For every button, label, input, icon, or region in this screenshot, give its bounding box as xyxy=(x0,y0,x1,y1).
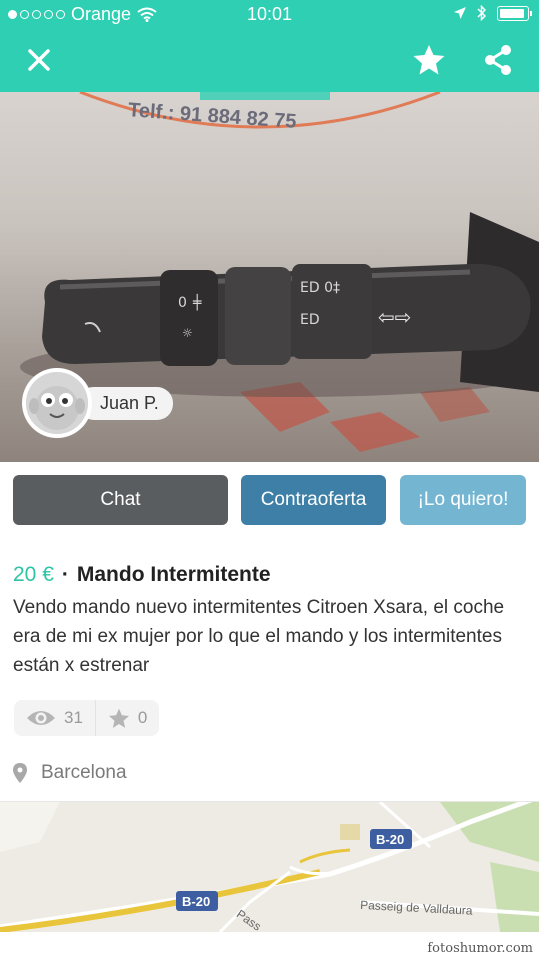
close-button[interactable] xyxy=(17,38,61,82)
location-pin-icon xyxy=(13,763,27,783)
svg-text:☼: ☼ xyxy=(182,326,193,340)
share-icon xyxy=(485,45,511,75)
avatar-face-icon xyxy=(26,372,88,434)
share-button[interactable] xyxy=(476,38,520,82)
location-row[interactable]: Barcelona xyxy=(13,762,127,784)
watermark: fotoshumor.com xyxy=(427,941,533,956)
counteroffer-button[interactable]: Contraoferta xyxy=(241,475,386,525)
seller-name: Juan P. xyxy=(78,386,173,420)
status-bar: Orange 10:01 xyxy=(0,0,539,30)
views-stat: 31 xyxy=(14,700,95,736)
map-road-label-2: B-20 xyxy=(182,894,210,909)
product-photo[interactable]: Telf.: 91 884 82 75 0 ╪ ☼ ED 0‡ ED ⇦⇨ Ju… xyxy=(0,92,539,462)
action-bar: Chat Contraoferta ¡Lo quiero! xyxy=(0,462,539,544)
star-icon xyxy=(108,708,129,728)
favorites-count: 0 xyxy=(137,708,148,727)
location-city: Barcelona xyxy=(41,762,127,783)
seller-chip[interactable]: Juan P. xyxy=(22,368,173,438)
star-icon xyxy=(413,45,445,75)
listing-separator: · xyxy=(61,563,69,586)
svg-text:ED 0‡: ED 0‡ xyxy=(300,280,340,296)
battery-icon xyxy=(497,5,532,21)
map-road-label-1: B-20 xyxy=(376,832,404,847)
close-icon xyxy=(28,49,50,71)
views-count: 31 xyxy=(64,708,83,727)
nav-bar xyxy=(0,30,539,92)
favorites-stat: 0 xyxy=(94,700,159,736)
svg-text:╪: ╪ xyxy=(192,293,202,311)
bluetooth-icon xyxy=(477,5,487,21)
listing-price: 20 € xyxy=(13,563,54,586)
location-arrow-icon xyxy=(454,7,466,19)
svg-text:⇦⇨: ⇦⇨ xyxy=(378,305,412,329)
want-it-button[interactable]: ¡Lo quiero! xyxy=(400,475,526,525)
listing-description: Vendo mando nuevo intermitentes Citroen … xyxy=(13,597,505,676)
photo-phone-text: Telf.: 91 884 82 75 xyxy=(127,99,297,133)
chat-button[interactable]: Chat xyxy=(13,475,228,525)
listing-title: Mando Intermitente xyxy=(76,563,271,586)
avatar xyxy=(22,368,92,438)
listing-stats: 31 0 xyxy=(14,700,160,736)
svg-text:0: 0 xyxy=(178,295,187,311)
favorite-button[interactable] xyxy=(407,38,451,82)
svg-text:ED: ED xyxy=(300,312,320,328)
app-header: Orange 10:01 xyxy=(0,0,539,92)
location-map[interactable]: B-20 B-20 Passeig de Valldaura Pass xyxy=(0,802,539,932)
listing-header: 20 € · Mando Intermitente xyxy=(13,563,528,587)
map-image: B-20 B-20 Passeig de Valldaura Pass xyxy=(0,802,539,932)
eye-icon xyxy=(27,711,55,725)
status-icons xyxy=(453,5,532,21)
